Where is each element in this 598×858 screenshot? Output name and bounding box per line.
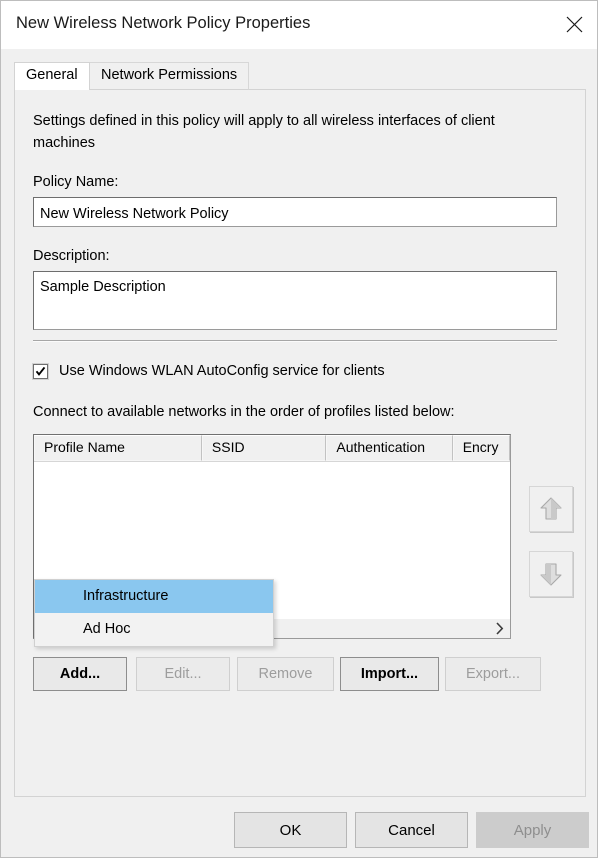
wireless-network-policy-dialog: New Wireless Network Policy Properties G… bbox=[0, 0, 598, 858]
remove-button: Remove bbox=[237, 657, 334, 691]
description-textarea[interactable] bbox=[33, 271, 557, 330]
policy-name-label: Policy Name: bbox=[33, 174, 119, 190]
column-header-encryption[interactable]: Encry bbox=[452, 435, 510, 461]
tabstrip: General Network Permissions bbox=[14, 62, 586, 90]
cancel-button[interactable]: Cancel bbox=[355, 812, 468, 848]
section-divider bbox=[33, 340, 557, 342]
scroll-right-arrow-icon[interactable] bbox=[489, 619, 510, 638]
tab-network-permissions[interactable]: Network Permissions bbox=[89, 62, 250, 90]
network-type-dropdown-menu[interactable]: Infrastructure Ad Hoc bbox=[34, 579, 274, 647]
add-button[interactable]: Add... bbox=[33, 657, 127, 691]
tab-general[interactable]: General bbox=[14, 62, 90, 90]
description-label: Description: bbox=[33, 248, 110, 264]
column-header-authentication[interactable]: Authentication bbox=[326, 435, 453, 461]
window-title: New Wireless Network Policy Properties bbox=[16, 14, 311, 32]
move-down-button bbox=[529, 551, 573, 597]
dropdown-item-ad-hoc[interactable]: Ad Hoc bbox=[35, 613, 273, 646]
listview-header: Profile Name SSID Authentication Encry bbox=[34, 435, 510, 462]
ok-button[interactable]: OK bbox=[234, 812, 347, 848]
dropdown-item-infrastructure[interactable]: Infrastructure bbox=[35, 580, 273, 613]
titlebar: New Wireless Network Policy Properties bbox=[1, 1, 597, 50]
checkbox-checked-icon[interactable] bbox=[33, 363, 48, 379]
close-icon[interactable] bbox=[551, 1, 597, 47]
edit-button: Edit... bbox=[136, 657, 230, 691]
column-header-ssid[interactable]: SSID bbox=[201, 435, 327, 461]
import-button[interactable]: Import... bbox=[340, 657, 439, 691]
autoconfig-checkbox-label: Use Windows WLAN AutoConfig service for … bbox=[59, 363, 385, 379]
autoconfig-checkbox-row[interactable]: Use Windows WLAN AutoConfig service for … bbox=[33, 363, 385, 379]
move-up-button bbox=[529, 486, 573, 532]
profiles-list-label: Connect to available networks in the ord… bbox=[33, 404, 455, 420]
policy-description-text: Settings defined in this policy will app… bbox=[33, 113, 495, 151]
apply-button: Apply bbox=[476, 812, 589, 848]
policy-name-input[interactable] bbox=[33, 197, 557, 227]
export-button: Export... bbox=[445, 657, 541, 691]
general-tab-panel: Settings defined in this policy will app… bbox=[14, 89, 586, 797]
column-header-profile-name[interactable]: Profile Name bbox=[34, 435, 202, 461]
